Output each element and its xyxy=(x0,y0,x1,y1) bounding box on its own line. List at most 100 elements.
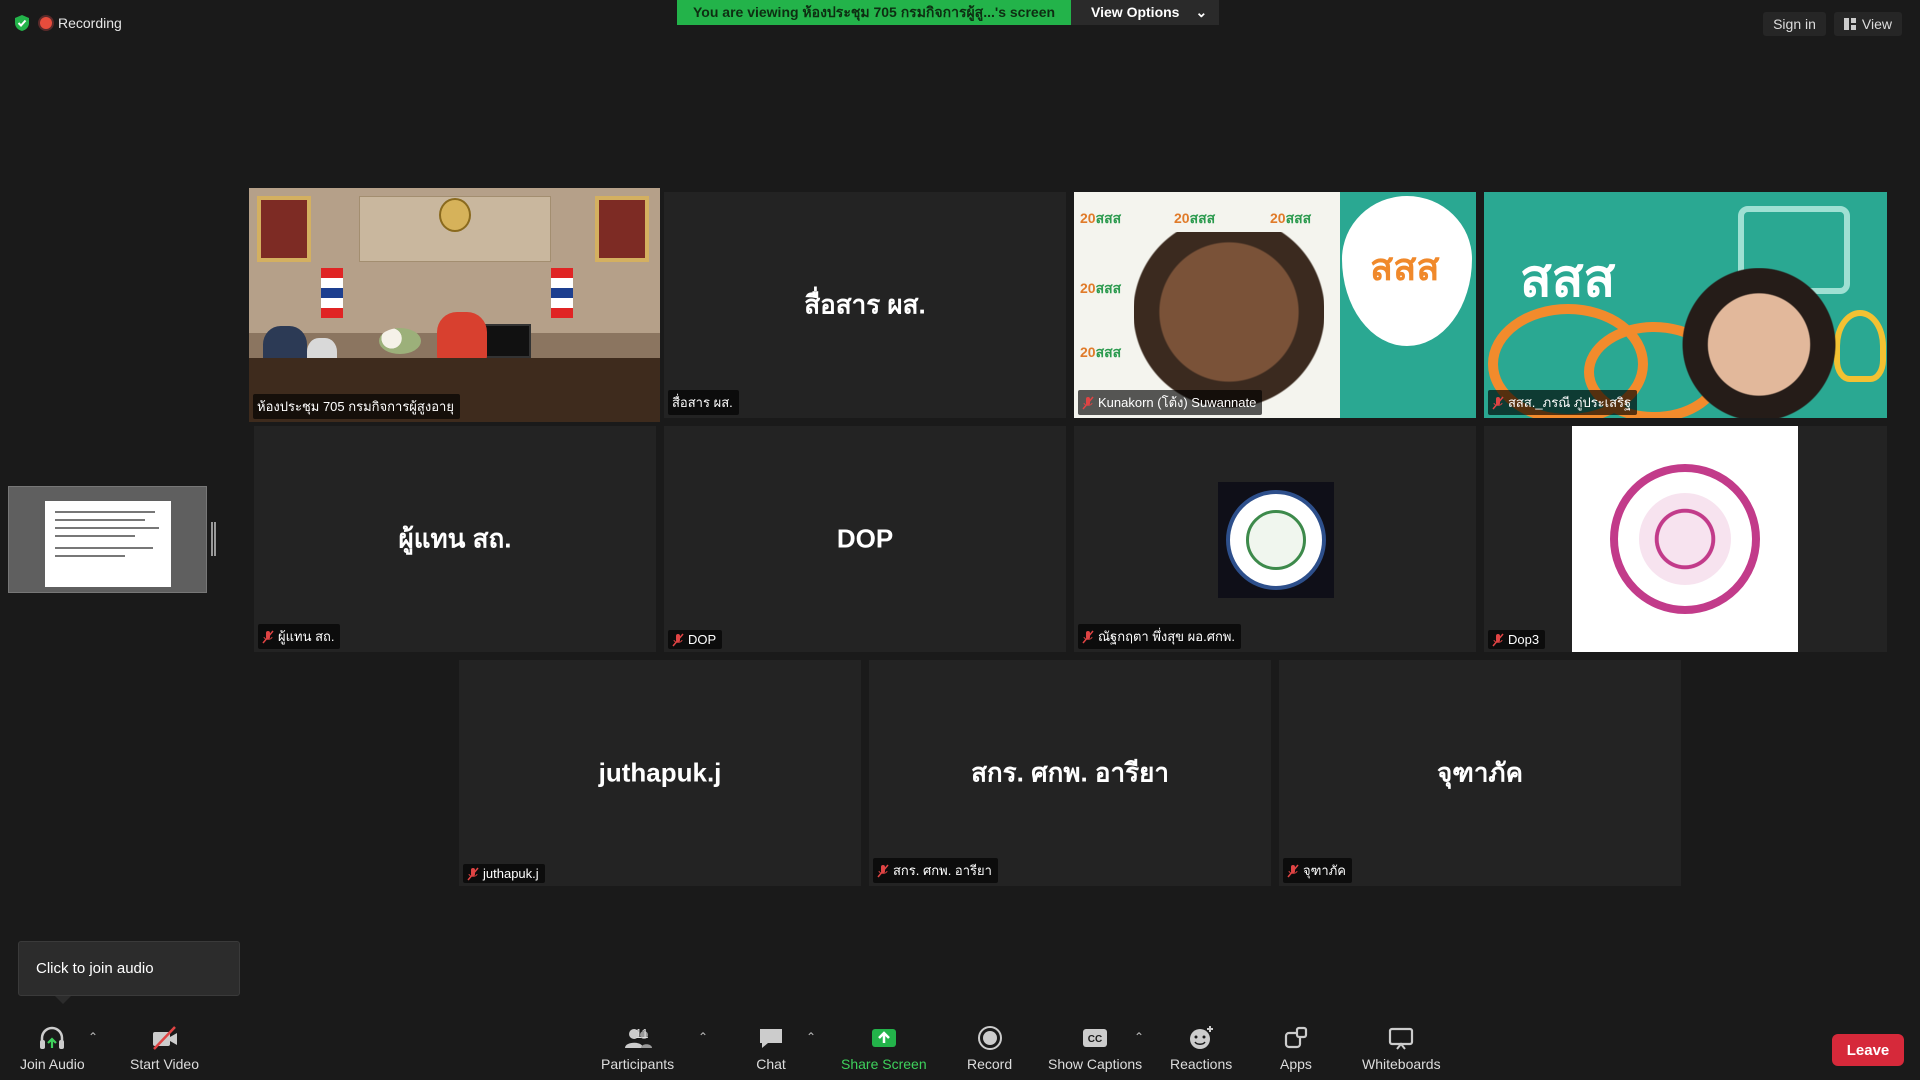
shared-screen-thumbnail[interactable] xyxy=(8,486,207,593)
doc-line xyxy=(55,511,155,513)
participant-name: สื่อสาร ผส. xyxy=(672,395,733,410)
chevron-up-icon[interactable]: ⌃ xyxy=(88,1030,98,1044)
chevron-up-icon[interactable]: ⌃ xyxy=(698,1030,708,1044)
participant-name-tag: juthapuk.j xyxy=(463,864,545,883)
department-seal-avatar xyxy=(1218,482,1334,598)
sign-in-label: Sign in xyxy=(1773,16,1816,32)
start-video-button[interactable]: Start Video xyxy=(130,1024,199,1072)
join-audio-tooltip: Click to join audio xyxy=(18,941,240,1004)
meeting-toolbar: Join Audio ⌃ Start Video 11 Participants… xyxy=(0,1012,1920,1080)
video-tile-participant[interactable]: ณัฐกฤตา พึ่งสุข ผอ.ศกพ. xyxy=(1074,426,1476,652)
share-screen-label: Share Screen xyxy=(841,1056,927,1072)
join-audio-label: Join Audio xyxy=(20,1056,85,1072)
mic-muted-icon xyxy=(1287,864,1299,877)
mic-muted-icon xyxy=(1082,396,1094,409)
participant-display-name: สกร. ศกพ. อารียา xyxy=(971,757,1169,788)
video-tile-paranee[interactable]: สสส สสส._ภรณี ภู่ประเสริฐ xyxy=(1484,192,1887,418)
captions-icon: CC xyxy=(1083,1029,1108,1047)
participant-count: 11 xyxy=(635,1026,649,1041)
chat-label: Chat xyxy=(756,1056,786,1072)
join-audio-button[interactable]: Join Audio xyxy=(20,1024,85,1072)
video-tile-kunakorn[interactable]: 20สสส 20สสส 20สสส 20สสส 20สสส 20สสส สสส … xyxy=(1074,192,1476,418)
view-button[interactable]: View xyxy=(1833,12,1902,36)
participants-label: Participants xyxy=(601,1056,675,1072)
participant-name: Kunakorn (โต้ง) Suwannate xyxy=(1098,395,1257,410)
mic-muted-icon xyxy=(1492,633,1504,646)
participant-name-tag: สื่อสาร ผส. xyxy=(668,390,739,415)
sponsor-logo-mark: 20สสส xyxy=(1270,210,1312,226)
apps-icon xyxy=(1284,1026,1308,1049)
video-off-icon xyxy=(152,1026,177,1050)
sponsor-logo-mark: 20สสส xyxy=(1080,280,1122,296)
chevron-up-icon[interactable]: ⌃ xyxy=(1134,1030,1144,1044)
participant-display-name: juthapuk.j xyxy=(598,757,722,788)
chat-button[interactable]: Chat xyxy=(756,1024,786,1072)
leave-button[interactable]: Leave xyxy=(1832,1034,1904,1066)
video-tile-meeting-room[interactable]: ห้องประชุม 705 กรมกิจการผู้สูงอายุ xyxy=(249,188,660,422)
doc-line xyxy=(55,555,125,557)
show-captions-button[interactable]: CC Show Captions xyxy=(1048,1024,1142,1072)
show-captions-label: Show Captions xyxy=(1048,1056,1143,1072)
participant-name: สกร. ศกพ. อารียา xyxy=(893,863,992,878)
record-button[interactable]: Record xyxy=(967,1024,1012,1072)
participant-name: Dop3 xyxy=(1508,632,1540,647)
video-tile-participant[interactable]: Dop3 xyxy=(1484,426,1887,652)
participant-name-tag: Kunakorn (โต้ง) Suwannate xyxy=(1078,390,1263,415)
participant-display-name: DOP xyxy=(836,523,894,554)
svg-text:CC: CC xyxy=(1088,1034,1102,1045)
video-tile-participant[interactable]: ผู้แทน สถ. ผู้แทน สถ. xyxy=(254,426,656,652)
chevron-down-icon: ⌄ xyxy=(1195,4,1208,20)
speaker-view-icon xyxy=(1843,18,1856,30)
participant-name-tag: จุฑาภัค xyxy=(1283,858,1352,883)
shield-icon[interactable] xyxy=(14,14,30,32)
mic-muted-icon xyxy=(467,867,479,880)
whiteboards-button[interactable]: Whiteboards xyxy=(1362,1024,1441,1072)
view-options-button[interactable]: View Options ⌄ xyxy=(1071,0,1220,25)
whiteboard-icon xyxy=(1389,1027,1414,1050)
participant-name-tag: ณัฐกฤตา พึ่งสุข ผอ.ศกพ. xyxy=(1078,624,1242,649)
participant-face xyxy=(1674,268,1844,418)
mic-muted-icon xyxy=(877,864,889,877)
apps-button[interactable]: Apps xyxy=(1280,1024,1312,1072)
participant-name: ผู้แทน สถ. xyxy=(278,629,335,644)
doc-line xyxy=(55,527,159,529)
thumbnail-resize-handle[interactable] xyxy=(211,522,216,556)
participant-name: จุฑาภัค xyxy=(1303,863,1346,878)
leave-label: Leave xyxy=(1846,1041,1890,1059)
seal-emblem xyxy=(1610,464,1760,614)
view-options-label: View Options xyxy=(1091,4,1180,20)
portrait-frame xyxy=(257,196,311,262)
video-tile-participant[interactable]: จุฑาภัค จุฑาภัค xyxy=(1279,660,1681,886)
participant-name: juthapuk.j xyxy=(483,866,539,881)
top-right-controls: Sign in View xyxy=(1763,12,1902,36)
thai-flag xyxy=(321,268,343,318)
participant-name: สสส._ภรณี ภู่ประเสริฐ xyxy=(1508,395,1632,410)
sponsor-logo-mark: 20สสส xyxy=(1080,210,1122,226)
sponsor-logo-mark: 20สสส xyxy=(1174,210,1216,226)
share-screen-button[interactable]: Share Screen xyxy=(841,1024,927,1072)
recording-label: Recording xyxy=(58,15,122,31)
video-tile-participant[interactable]: juthapuk.j juthapuk.j xyxy=(459,660,861,886)
whiteboards-label: Whiteboards xyxy=(1362,1056,1441,1072)
video-tile-participant[interactable]: สื่อสาร ผส. สื่อสาร ผส. xyxy=(664,192,1066,418)
chat-icon xyxy=(760,1029,782,1048)
participants-button[interactable]: 11 Participants xyxy=(601,1024,674,1072)
video-tile-participant[interactable]: DOP DOP xyxy=(664,426,1066,652)
recording-indicator[interactable]: Recording xyxy=(40,15,122,31)
video-tile-participant[interactable]: สกร. ศกพ. อารียา สกร. ศกพ. อารียา xyxy=(869,660,1271,886)
sign-in-button[interactable]: Sign in xyxy=(1763,12,1826,36)
headphones-icon xyxy=(40,1026,65,1049)
participant-name-tag: DOP xyxy=(668,630,723,649)
reactions-label: Reactions xyxy=(1170,1056,1233,1072)
meeting-room-video xyxy=(249,188,660,422)
viewing-screen-text: You are viewing ห้องประชุม 705 กรมกิจการ… xyxy=(677,0,1072,25)
chevron-up-icon[interactable]: ⌃ xyxy=(806,1030,816,1044)
participant-display-name: ผู้แทน สถ. xyxy=(398,523,512,554)
participant-name: ณัฐกฤตา พึ่งสุข ผอ.ศกพ. xyxy=(1098,629,1236,644)
seal-emblem xyxy=(1226,490,1326,590)
sponsor-logo-mark: สสส xyxy=(1370,247,1440,289)
seal-emblem xyxy=(1639,493,1731,585)
reactions-button[interactable]: Reactions xyxy=(1170,1024,1232,1072)
participant-name-tag: ห้องประชุม 705 กรมกิจการผู้สูงอายุ xyxy=(253,394,460,419)
start-video-label: Start Video xyxy=(130,1056,200,1072)
